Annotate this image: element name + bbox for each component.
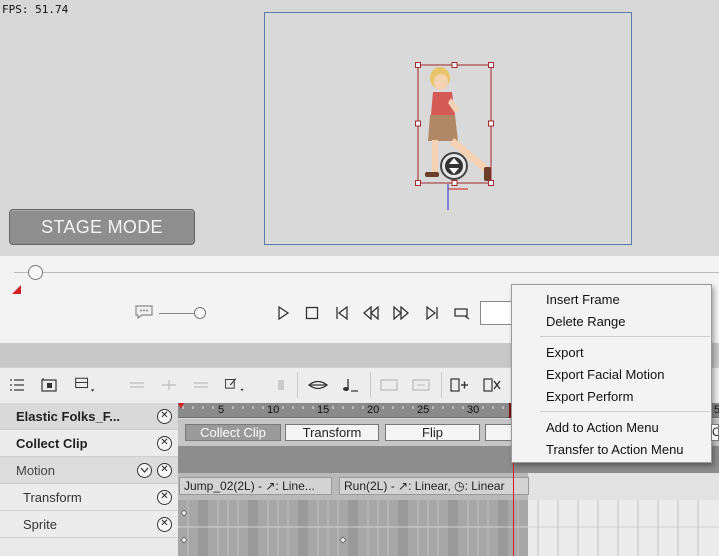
frame-input[interactable] <box>480 301 514 325</box>
fps-readout: FPS: 51.74 <box>2 3 69 16</box>
menu-item-add-to-action-menu[interactable]: Add to Action Menu <box>546 420 659 435</box>
music-note-icon[interactable] <box>339 375 361 395</box>
merge-icon[interactable] <box>378 375 400 395</box>
clip-run[interactable]: Run(2L) - ↗: Linear, ◷: Linear <box>339 477 529 495</box>
stop-icon[interactable] <box>303 304 321 322</box>
playhead-marker-icon <box>12 285 21 294</box>
play-icon[interactable] <box>274 304 292 322</box>
next-key-icon[interactable] <box>423 304 441 322</box>
track-label: Transform <box>23 489 82 505</box>
add-frame-icon[interactable] <box>38 375 60 395</box>
track-row-transform[interactable]: Transform ✕ <box>0 484 178 511</box>
track-label: Sprite <box>23 516 57 532</box>
track-label: Collect Clip <box>16 435 88 451</box>
toolbar-separator <box>441 372 442 398</box>
menu-separator <box>540 336 710 337</box>
keyframe-grid[interactable] <box>178 500 719 556</box>
menu-separator <box>540 411 710 412</box>
track-row-motion[interactable]: Motion ✕ <box>0 457 178 484</box>
transform-button[interactable]: Transform <box>285 424 379 441</box>
shift-right-icon[interactable] <box>190 375 212 395</box>
actor-name: Elastic Folks_F... <box>16 408 121 424</box>
insert-time-icon[interactable] <box>158 375 180 395</box>
ruler-tick-label: 10 <box>267 404 280 416</box>
insert-icon[interactable] <box>448 375 470 395</box>
mouth-icon[interactable] <box>307 375 329 395</box>
track-label-panel: Elastic Folks_F... ✕ Collect Clip ✕ Moti… <box>0 403 178 556</box>
stage-mode-button[interactable]: STAGE MODE <box>9 209 195 245</box>
step-forward-icon[interactable] <box>392 304 410 322</box>
collect-clip-button[interactable]: Collect Clip <box>185 424 281 441</box>
toolbar-separator <box>297 372 298 398</box>
mute-icon[interactable] <box>270 375 292 395</box>
seek-thumb[interactable] <box>28 265 43 280</box>
volume-thumb[interactable] <box>194 307 206 319</box>
ruler-tick-label: 20 <box>367 404 380 416</box>
menu-item-export[interactable]: Export <box>546 345 584 360</box>
track-row-collect-clip[interactable]: Collect Clip ✕ <box>0 430 178 457</box>
subtitle-icon[interactable] <box>135 305 153 319</box>
menu-item-delete-range[interactable]: Delete Range <box>546 314 626 329</box>
split-icon[interactable] <box>410 375 432 395</box>
chevron-down-icon[interactable] <box>137 462 152 478</box>
ruler-tick-label: 25 <box>417 404 430 416</box>
menu-item-insert-frame[interactable]: Insert Frame <box>546 292 620 307</box>
ruler-tick-label: 5 <box>714 404 719 416</box>
close-icon[interactable]: ✕ <box>157 435 172 451</box>
close-icon[interactable]: ✕ <box>157 516 172 532</box>
list-icon[interactable] <box>6 375 28 395</box>
track-button-edge[interactable]: O <box>711 424 719 441</box>
ruler-tick-label: 15 <box>317 404 330 416</box>
track-label: Motion <box>16 462 56 478</box>
context-menu: Insert Frame Delete Range Export Export … <box>511 284 712 463</box>
close-icon[interactable]: ✕ <box>157 489 172 505</box>
ruler-tick-label: 5 <box>218 404 225 416</box>
step-back-icon[interactable] <box>362 304 380 322</box>
track-row-sprite[interactable]: Sprite ✕ <box>0 511 178 538</box>
close-icon[interactable]: ✕ <box>157 408 172 424</box>
character-sprite[interactable] <box>408 58 504 213</box>
layer-dropdown-icon[interactable] <box>74 375 96 395</box>
ruler-tick-label: 30 <box>467 404 480 416</box>
loop-icon[interactable] <box>453 304 471 322</box>
previous-key-icon[interactable] <box>333 304 351 322</box>
menu-item-transfer-to-action-menu[interactable]: Transfer to Action Menu <box>546 442 684 457</box>
remove-icon[interactable] <box>481 375 503 395</box>
edit-dropdown-icon[interactable] <box>224 375 246 395</box>
clip-jump[interactable]: Jump_02(2L) - ↗: Line... <box>179 477 332 495</box>
menu-item-export-facial-motion[interactable]: Export Facial Motion <box>546 367 665 382</box>
track-row-actor[interactable]: Elastic Folks_F... ✕ <box>0 403 178 430</box>
close-icon[interactable]: ✕ <box>157 462 172 478</box>
seek-track[interactable] <box>14 272 719 273</box>
flip-button[interactable]: Flip <box>385 424 480 441</box>
menu-item-export-perform[interactable]: Export Perform <box>546 389 633 404</box>
motion-track-empty <box>528 473 719 500</box>
shift-left-icon[interactable] <box>126 375 148 395</box>
toolbar-separator <box>370 372 371 398</box>
